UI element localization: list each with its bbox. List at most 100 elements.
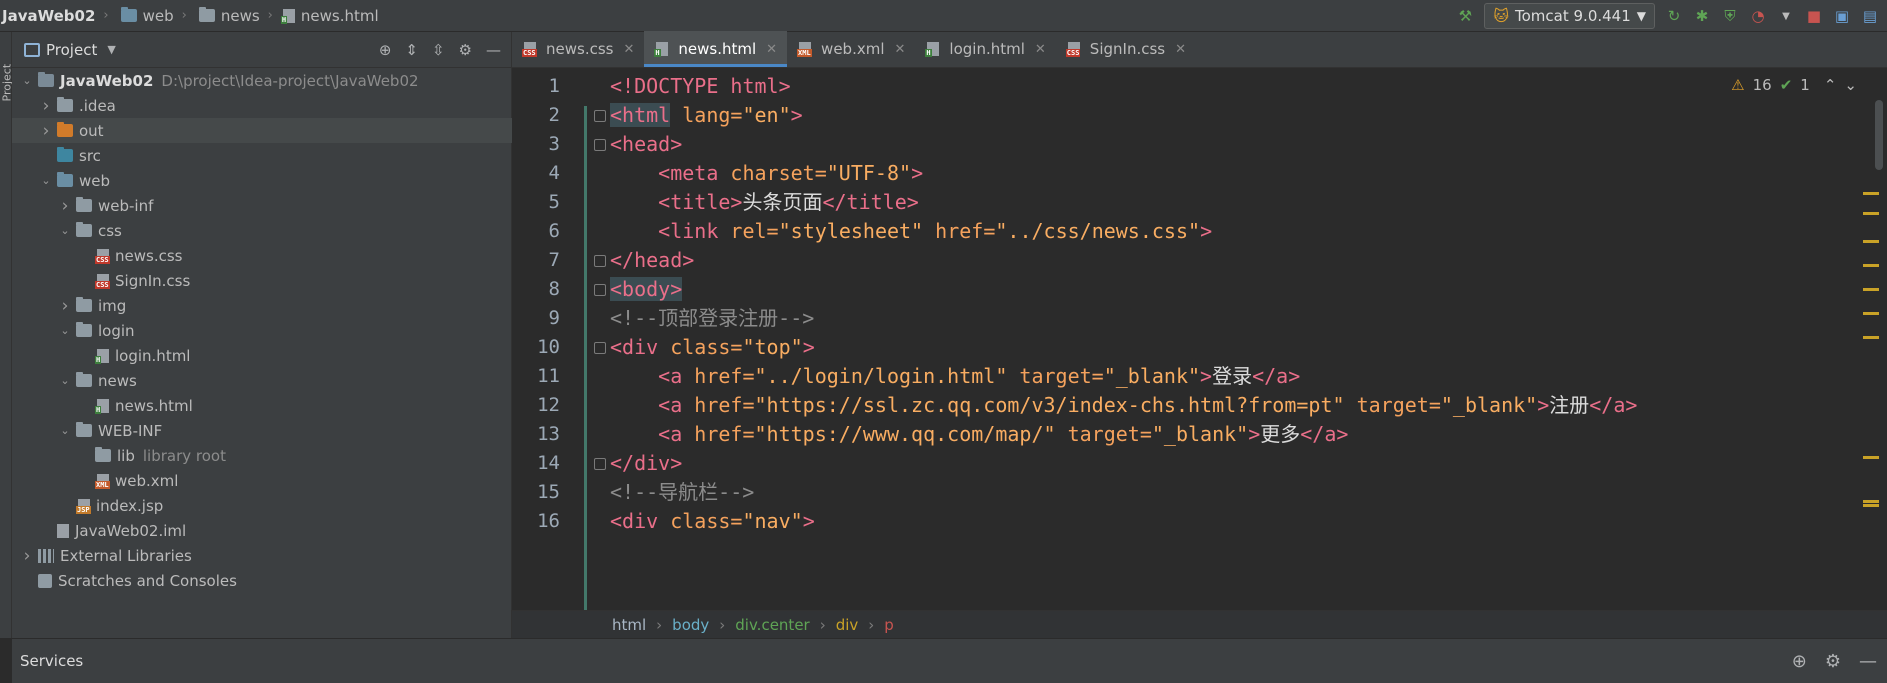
warning-stripe-mark[interactable] — [1863, 264, 1879, 267]
breadcrumb-news[interactable]: news — [195, 7, 260, 25]
editor-breadcrumb-item[interactable]: div — [836, 616, 859, 634]
stop-icon[interactable]: ■ — [1805, 7, 1823, 25]
locate-file-icon[interactable]: ⊕ — [379, 41, 392, 59]
chevron-right-icon[interactable]: › — [58, 196, 72, 216]
expand-all-icon[interactable]: ⇕ — [405, 41, 418, 59]
chevron-down-icon[interactable]: ⌄ — [58, 424, 72, 437]
close-icon[interactable]: ✕ — [895, 42, 906, 57]
fold-marker-icon[interactable] — [594, 458, 606, 470]
tree-item[interactable]: › out — [12, 118, 512, 143]
hide-panel-icon[interactable]: — — [486, 41, 501, 59]
fold-marker-icon[interactable] — [594, 342, 606, 354]
fold-marker-icon[interactable] — [594, 255, 606, 267]
editor-breadcrumb-item[interactable]: p — [884, 616, 894, 634]
collapse-all-icon[interactable]: ⇳ — [432, 41, 445, 59]
code-line[interactable]: <a href="https://www.qq.com/map/" target… — [610, 417, 1348, 452]
chevron-down-icon[interactable]: ⌄ — [39, 174, 53, 187]
chevron-down-icon[interactable]: ⌄ — [58, 374, 72, 387]
chevron-right-icon[interactable]: › — [39, 121, 53, 141]
breadcrumb-web[interactable]: web — [117, 7, 174, 25]
chevron-down-icon[interactable]: ⌄ — [1844, 76, 1857, 94]
tree-item[interactable]: ⌄ WEB-INF — [12, 418, 512, 443]
project-structure-icon[interactable]: ▣ — [1833, 7, 1851, 25]
tree-item[interactable]: XML web.xml — [12, 468, 512, 493]
chevron-right-icon[interactable]: › — [58, 296, 72, 316]
chevron-down-icon[interactable]: ▼ — [107, 43, 115, 56]
tree-item[interactable]: JavaWeb02.iml — [12, 518, 512, 543]
editor-tab[interactable]: XML web.xml ✕ — [787, 31, 915, 67]
coverage-icon[interactable]: ⛨ — [1721, 7, 1739, 25]
tree-item[interactable]: Hlogin.html — [12, 343, 512, 368]
tree-item[interactable]: src — [12, 143, 512, 168]
more-run-options-icon[interactable]: ▼ — [1777, 7, 1795, 25]
tree-item[interactable]: › .idea — [12, 93, 512, 118]
tree-item-label: lib — [117, 446, 135, 465]
warning-stripe-mark[interactable] — [1863, 240, 1879, 243]
editor-breadcrumb-item[interactable]: html — [612, 616, 646, 634]
warning-stripe-mark[interactable] — [1863, 500, 1879, 503]
vertical-scrollbar[interactable] — [1875, 100, 1883, 170]
editor-tab[interactable]: CSS news.css ✕ — [512, 31, 644, 67]
tree-item[interactable]: › External Libraries — [12, 543, 512, 568]
editor-tab[interactable]: CSS SignIn.css ✕ — [1056, 31, 1196, 67]
fold-marker-icon[interactable] — [594, 284, 606, 296]
close-icon[interactable]: ✕ — [623, 42, 634, 57]
tree-item[interactable]: CSS SignIn.css — [12, 268, 512, 293]
project-panel-title[interactable]: Project — [46, 41, 97, 59]
services-title[interactable]: Services — [20, 652, 83, 670]
close-icon[interactable]: ✕ — [1175, 42, 1186, 57]
hide-panel-icon[interactable]: — — [1859, 651, 1877, 672]
code-editor[interactable]: 1 2 3 4 5 6 7 8 9 10 11 12 13 14 15 16 <!DOCTYPE html> <… — [512, 68, 1887, 610]
tree-item[interactable]: Scratches and Consoles — [12, 568, 512, 593]
code-line[interactable]: <div class="nav"> — [610, 504, 815, 539]
tree-item[interactable]: ⌄ news — [12, 368, 512, 393]
tree-item[interactable]: ⌄ JavaWeb02 D:\project\Idea-project\JavaWe… — [12, 68, 512, 93]
tree-item[interactable]: › img — [12, 293, 512, 318]
tree-item[interactable]: ⌄ login — [12, 318, 512, 343]
tree-item[interactable]: CSS news.css — [12, 243, 512, 268]
tree-item[interactable]: Hnews.html — [12, 393, 512, 418]
warning-stripe-mark[interactable] — [1863, 192, 1879, 195]
warning-stripe-mark[interactable] — [1863, 288, 1879, 291]
tree-item[interactable]: lib library root — [12, 443, 512, 468]
chevron-up-icon[interactable]: ⌃ — [1824, 76, 1837, 94]
tree-item[interactable]: ⌄ css — [12, 218, 512, 243]
code-token: href= — [682, 393, 755, 417]
gear-icon[interactable]: ⚙ — [1825, 651, 1841, 672]
warning-stripe-mark[interactable] — [1863, 336, 1879, 339]
tree-item[interactable]: › web-inf — [12, 193, 512, 218]
fold-marker-icon[interactable] — [594, 110, 606, 122]
warning-stripe-mark[interactable] — [1863, 456, 1879, 459]
tree-item[interactable]: ⌄ web — [12, 168, 512, 193]
editor-tab[interactable]: Hlogin.html ✕ — [915, 31, 1055, 67]
chevron-down-icon[interactable]: ⌄ — [58, 224, 72, 237]
editor-breadcrumb-item[interactable]: body — [672, 616, 709, 634]
run-configuration-select[interactable]: 🐱 Tomcat 9.0.441 ▼ — [1484, 3, 1655, 29]
gear-icon[interactable]: ⚙ — [459, 41, 472, 59]
inspection-widget[interactable]: ⚠ 16 ✔ 1 ⌃ ⌄ — [1731, 76, 1857, 94]
breadcrumb-project[interactable]: JavaWeb02 — [2, 7, 95, 25]
build-hammer-icon[interactable]: ⚒ — [1456, 7, 1474, 25]
rerun-icon[interactable]: ↻ — [1665, 7, 1683, 25]
editor-tab[interactable]: Hnews.html ✕ — [644, 31, 788, 67]
search-everywhere-icon[interactable]: ▤ — [1861, 7, 1879, 25]
warning-stripe-mark[interactable] — [1863, 312, 1879, 315]
fold-marker-icon[interactable] — [594, 139, 606, 151]
chevron-down-icon[interactable]: ⌄ — [20, 74, 34, 87]
chevron-down-icon[interactable]: ⌄ — [58, 324, 72, 337]
chevron-right-icon[interactable]: › — [20, 546, 34, 566]
editor-breadcrumb-item[interactable]: div.center — [735, 616, 809, 634]
profile-icon[interactable]: ◔ — [1749, 7, 1767, 25]
breadcrumb-file[interactable]: Hnews.html — [280, 7, 379, 25]
warning-stripe-mark[interactable] — [1863, 504, 1879, 507]
code-line[interactable]: <link rel="stylesheet" href="../css/news… — [610, 214, 1212, 249]
close-icon[interactable]: ✕ — [1035, 42, 1046, 57]
tree-item[interactable]: JSP index.jsp — [12, 493, 512, 518]
debug-icon[interactable]: ✱ — [1693, 7, 1711, 25]
code-token: <body> — [610, 277, 683, 301]
chevron-right-icon[interactable]: › — [39, 96, 53, 116]
warning-stripe-mark[interactable] — [1863, 212, 1879, 215]
close-icon[interactable]: ✕ — [766, 42, 777, 57]
locate-icon[interactable]: ⊕ — [1792, 651, 1807, 672]
breadcrumb-separator: › — [656, 615, 663, 634]
